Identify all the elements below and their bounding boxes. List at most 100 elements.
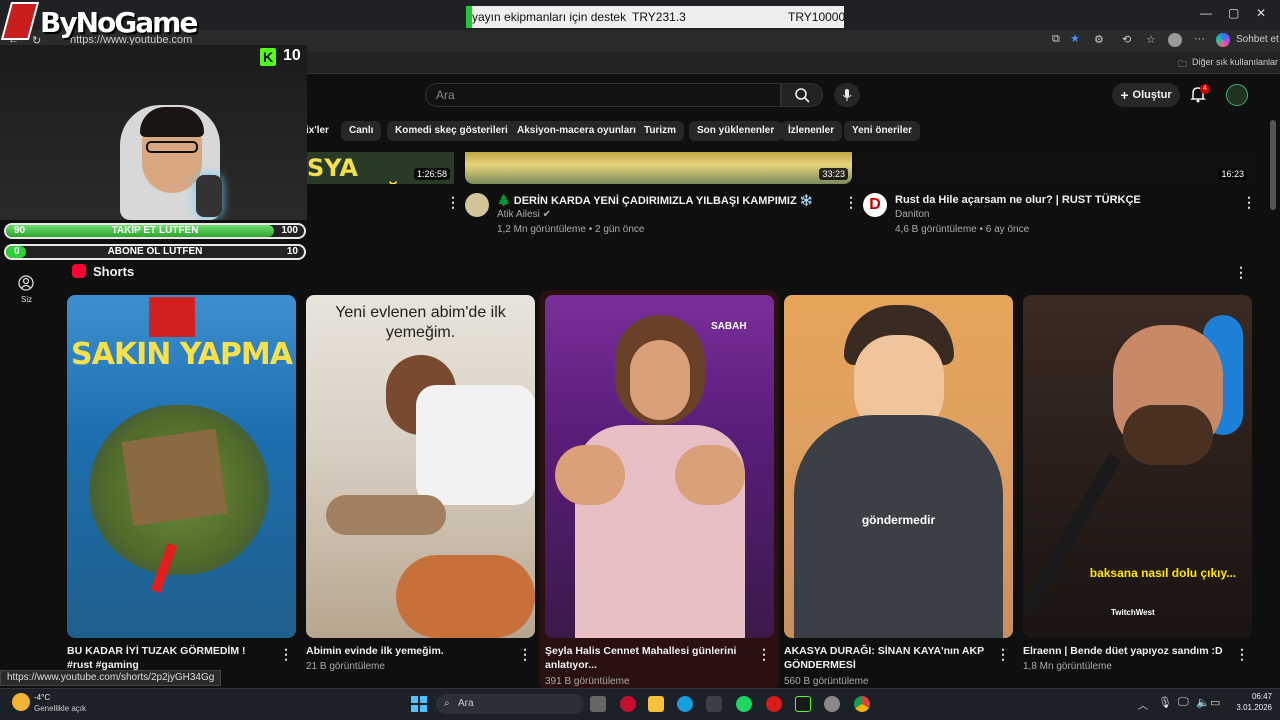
short-title[interactable]: Elraenn | Bende düet yapıyoz sandım :D (1023, 644, 1228, 658)
tray-battery-icon[interactable]: ▭ (1210, 696, 1220, 709)
right-hand-image (675, 445, 745, 505)
sidebar-you-label[interactable]: Siz (21, 295, 32, 304)
favorite-star-icon[interactable]: ★ (1070, 32, 1080, 45)
chip-watched[interactable]: İzlenenler (780, 121, 843, 141)
short-thumbnail-2[interactable]: Yeni evlenen abim'de ilk yemeğim. (306, 295, 535, 638)
short-thumbnail-3[interactable]: SABAH (545, 295, 774, 638)
tray-mic-icon[interactable]: 🎙 (1158, 696, 1172, 709)
taskbar-search-label: Ara (458, 698, 474, 709)
more-options-icon[interactable]: ⋮ (757, 646, 771, 663)
copilot-icon[interactable] (1216, 33, 1230, 47)
minimize-icon[interactable]: — (1200, 6, 1212, 20)
short-thumbnail-5[interactable]: baksana nasıl dolu çıkıy... TwitchWest (1023, 295, 1252, 638)
chrome-icon[interactable] (854, 696, 870, 712)
video-thumbnail-3[interactable]: 16:23 (863, 152, 1251, 184)
more-options-icon[interactable]: ⋮ (1242, 194, 1256, 211)
donation-widget: yayın ekipmanları için destek TRY231.3 T… (466, 6, 845, 28)
short-title[interactable]: BU KADAR İYİ TUZAK GÖRMEDİM ! #rust #gam… (67, 644, 262, 672)
tab-view-icon[interactable]: ⧉ (1052, 33, 1060, 46)
subscribe-goal-label: ABONE OL LÜTFEN (107, 246, 203, 257)
subscribe-goal-bar: 0 ABONE OL LÜTFEN 10 (4, 244, 306, 260)
microphone-icon (842, 89, 852, 101)
favorites-icon[interactable]: ☆ (1146, 33, 1156, 46)
create-button[interactable]: + Oluştur (1112, 83, 1180, 107)
channel-avatar-atik-ailesi[interactable] (465, 193, 489, 217)
collections-icon[interactable]: ⟲ (1122, 33, 1131, 46)
obs-icon[interactable] (824, 696, 840, 712)
channel-name[interactable]: Daniton (895, 209, 929, 220)
taskbar-date[interactable]: 3.01.2026 (1226, 703, 1272, 712)
chip-live[interactable]: Canlı (341, 121, 382, 141)
follow-goal-target: 100 (281, 225, 298, 236)
twitch-watermark: TwitchWest (1111, 608, 1155, 617)
short-title[interactable]: Abimin evinde ilk yemeğim. (306, 644, 506, 658)
more-options-icon[interactable]: ⋮ (518, 646, 532, 663)
store-icon[interactable] (706, 696, 722, 712)
more-icon[interactable]: ··· (1194, 33, 1205, 45)
short-title[interactable]: AKASYA DURAĞI: SİNAN KAYA'nın AKP GÖNDER… (784, 644, 989, 672)
weather-desc[interactable]: Genellikle açık (34, 704, 86, 713)
short-views: 391 B görüntüleme (545, 676, 630, 687)
close-icon[interactable]: ✕ (1256, 6, 1266, 20)
voice-search-button[interactable] (834, 83, 860, 107)
channel-avatar-daniton[interactable]: D (863, 193, 887, 217)
tray-chevron-icon[interactable]: ︿ (1138, 697, 1148, 712)
more-options-icon[interactable]: ⋮ (279, 646, 293, 663)
chip-recently-uploaded[interactable]: Son yüklenenler (689, 121, 783, 141)
weather-temp[interactable]: -4°C (34, 693, 50, 702)
beard-image (1123, 405, 1213, 465)
account-avatar[interactable] (1226, 84, 1248, 106)
more-options-icon[interactable]: ⋮ (996, 646, 1010, 663)
short-overlay-text: SABAH (711, 321, 747, 332)
short-thumbnail-4[interactable]: göndermedir (784, 295, 1013, 638)
taskbar-time[interactable]: 06:47 (1232, 692, 1272, 701)
channel-name[interactable]: Atik Ailesi ✔ (497, 209, 551, 220)
edge-icon[interactable] (677, 696, 693, 712)
tray-volume-icon[interactable]: 🔈 (1196, 696, 1210, 709)
chip-comedy[interactable]: Komedi skeç gösterileri (387, 121, 516, 141)
short-title[interactable]: Şeyla Halis Cennet Mahallesi günlerini a… (545, 644, 745, 672)
folder-icon[interactable]: 🗀 (1178, 57, 1187, 73)
video-title[interactable]: Rust da Hile açarsam ne olur? | RUST TÜR… (895, 194, 1141, 206)
file-explorer-icon[interactable] (648, 696, 664, 712)
webcam-overlay (0, 45, 307, 220)
search-button[interactable] (781, 83, 823, 107)
video-title[interactable]: 🌲 DERİN KARDA YENİ ÇADIRIMIZLA YILBAŞI K… (497, 194, 813, 207)
taskbar-search[interactable]: ⌕ Ara (436, 694, 584, 714)
shirt-image (416, 385, 535, 505)
short-thumbnail-1[interactable]: SAKIN YAPMA (67, 295, 296, 638)
plate-image (326, 495, 446, 535)
chip-new-to-you[interactable]: Yeni öneriler (844, 121, 921, 141)
maximize-icon[interactable]: ▢ (1228, 6, 1239, 20)
tray-network-icon[interactable]: 🖵 (1178, 696, 1189, 709)
chip-tourism[interactable]: Turizm (636, 121, 685, 141)
profile-icon[interactable] (1168, 33, 1182, 47)
task-view-icon[interactable] (590, 696, 606, 712)
extensions-icon[interactable]: ⚙ (1094, 33, 1104, 46)
kick-app-icon[interactable] (795, 696, 811, 712)
more-options-icon[interactable]: ⋮ (1235, 646, 1249, 663)
weather-icon[interactable] (12, 693, 30, 711)
more-options-icon[interactable]: ⋮ (446, 194, 460, 211)
channel-name-text: Atik Ailesi (497, 209, 540, 220)
more-options-icon[interactable]: ⋮ (844, 194, 858, 211)
windows-start-icon[interactable] (411, 696, 427, 712)
copilot-label[interactable]: Sohbet et (1236, 34, 1279, 45)
spotify-icon[interactable] (736, 696, 752, 712)
chip-action-adventure[interactable]: Aksiyon-macera oyunları (509, 121, 644, 141)
other-bookmarks[interactable]: Diğer sık kullanılanlar (1192, 57, 1278, 67)
opera-icon[interactable] (620, 696, 636, 712)
search-icon (795, 88, 810, 103)
search-input[interactable]: Ara (425, 83, 781, 107)
video-meta: 1,2 Mn görüntüleme • 2 gün önce (497, 224, 645, 235)
more-options-icon[interactable]: ⋮ (1234, 264, 1248, 281)
duration-badge: 1:26:58 (413, 168, 450, 180)
video-thumbnail-2[interactable]: 33:23 (465, 152, 852, 184)
opera-gx-icon[interactable] (766, 696, 782, 712)
short-views: 21 B görüntüleme (306, 661, 385, 672)
follow-goal-bar: 90 TAKİP ET LÜTFEN 100 (4, 223, 306, 239)
short-overlay-text: SAKIN YAPMA (71, 337, 293, 372)
you-icon[interactable] (18, 275, 34, 291)
scrollbar-thumb[interactable] (1270, 120, 1276, 210)
video-thumbnail-1[interactable]: SYA DURAĞI 1:26:58 (307, 152, 454, 184)
